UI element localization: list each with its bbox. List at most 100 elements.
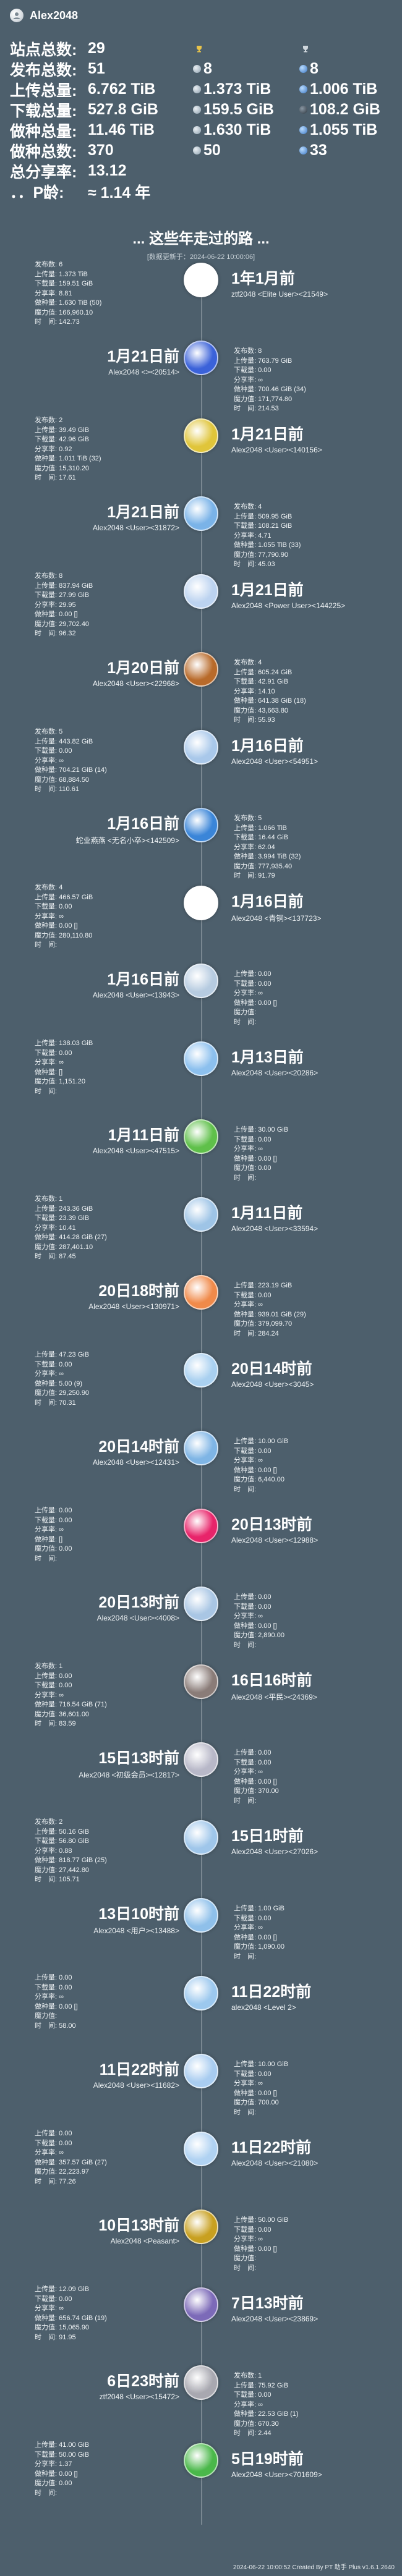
stat-col-b: 1.006 TiB	[299, 80, 392, 98]
detail-line: 分享率: ∞	[35, 756, 64, 765]
stat-col-a: 8	[193, 60, 299, 78]
detail-line: 魔力值: 171,774.80	[234, 395, 293, 403]
detail-line: 做种量: 3.994 TiB (32)	[234, 853, 301, 860]
site-logo-icon[interactable]	[184, 2443, 218, 2478]
detail-line: 分享率: ∞	[35, 1526, 64, 1533]
site-logo-icon[interactable]	[184, 808, 218, 842]
entry-user: Alex2048 <初级会员><12817>	[79, 1771, 179, 1779]
detail-line: 下载量: 0.00	[234, 2226, 272, 2234]
site-logo-icon[interactable]	[184, 263, 218, 297]
entry-user: Alex2048 <User><21080>	[231, 2159, 319, 2167]
site-logo-icon[interactable]	[184, 2054, 218, 2088]
site-logo-icon[interactable]	[184, 652, 218, 687]
entry-details: 发布数: 4 上传量: 509.95 GiB 下载量: 108.21 GiB 分享率:…	[234, 502, 376, 570]
detail-line: 时 间: 142.73	[35, 318, 80, 326]
entry-details: 上传量: 0.00 下载量: 0.00 分享率: ∞ 做种量: 357.57 GiB …	[35, 2129, 177, 2187]
entry-headline: 20日13时前 Alex2048 <User><12988>	[231, 1512, 392, 1544]
entry-time-ago: 1月13日前	[231, 1049, 304, 1066]
site-dot-icon	[299, 106, 307, 114]
site-logo-icon[interactable]	[184, 1353, 218, 1388]
site-logo-icon[interactable]	[184, 1197, 218, 1232]
detail-line: 时 间: 110.61	[35, 786, 79, 793]
detail-line: 做种量: 0.00 []	[234, 2089, 277, 2097]
entry-details: 上传量: 138.03 GiB 下载量: 0.00 分享率: ∞ 做种量: [] 魔力值…	[35, 1039, 177, 1096]
site-dot-icon	[299, 126, 307, 134]
site-logo-icon[interactable]	[184, 341, 218, 375]
site-logo-icon[interactable]	[184, 2132, 218, 2166]
site-logo-icon[interactable]	[184, 1820, 218, 1855]
site-logo-icon[interactable]	[184, 1275, 218, 1310]
detail-line: 下载量: 0.00	[35, 1682, 72, 1689]
detail-line: 上传量: 50.00 GiB	[234, 2216, 289, 2224]
entry-headline: 20日14时前 Alex2048 <User><12431>	[19, 1434, 179, 1467]
user-avatar[interactable]	[10, 9, 24, 22]
site-logo-icon[interactable]	[184, 730, 218, 765]
detail-line: 做种量: 0.00 []	[234, 1466, 277, 1474]
entry-details: 上传量: 1.00 GiB 下载量: 0.00 分享率: ∞ 做种量: 0.00 []…	[234, 1904, 376, 1962]
site-logo-icon[interactable]	[184, 1898, 218, 1933]
stat-label: 做种总量:	[10, 122, 77, 140]
detail-line: 时 间: 87.45	[35, 1253, 76, 1260]
entry-time-ago: 6日23时前	[107, 2373, 179, 2390]
entry-user: Alex2048 <User><47515>	[92, 1146, 179, 1155]
detail-line: 时 间:	[234, 1174, 257, 1182]
site-logo-icon[interactable]	[184, 1976, 218, 2010]
site-logo-icon[interactable]	[184, 418, 218, 453]
detail-line: 时 间:	[234, 1485, 257, 1493]
entry-details: 上传量: 10.00 GiB 下载量: 0.00 分享率: ∞ 做种量: 0.00 […	[234, 1437, 376, 1494]
site-logo-icon[interactable]	[184, 1587, 218, 1621]
site-logo-icon[interactable]	[184, 1742, 218, 1777]
site-logo-icon[interactable]	[184, 1041, 218, 1076]
detail-line: 做种量: 0.00 []	[234, 2245, 277, 2253]
stat-value: 527.8 GiB	[88, 101, 158, 118]
detail-line: 下载量: 0.00	[35, 1983, 72, 1991]
site-logo-icon[interactable]	[184, 964, 218, 998]
entry-user: Alex2048 <User><20286>	[231, 1069, 319, 1077]
stat-col-a: 1.630 TiB	[193, 121, 299, 139]
site-dot-icon	[299, 146, 307, 155]
entry-user: Alex2048 <User><11682>	[93, 2081, 179, 2090]
site-logo-icon[interactable]	[184, 1119, 218, 1154]
site-logo-icon[interactable]	[184, 1431, 218, 1465]
site-logo-icon[interactable]	[184, 886, 218, 920]
site-logo-icon[interactable]	[184, 2210, 218, 2244]
stat-label: 总分享率:	[10, 163, 77, 181]
detail-line: 下载量: 56.80 GiB	[35, 1837, 90, 1845]
site-logo-icon[interactable]	[184, 2287, 218, 2322]
detail-line: 时 间: 105.71	[35, 1876, 80, 1883]
detail-line: 下载量: 0.00	[35, 2295, 72, 2303]
detail-line: 分享率: ∞	[35, 1059, 64, 1066]
detail-line: 发布数: 4	[35, 884, 63, 891]
site-logo-icon[interactable]	[184, 1509, 218, 1543]
site-dot-icon	[193, 106, 201, 114]
entry-details: 上传量: 0.00 下载量: 0.00 分享率: ∞ 做种量: 0.00 [] 魔力值:…	[234, 970, 376, 1027]
entry-user: Alex2048 <><20514>	[108, 368, 179, 376]
detail-line: 做种量: 704.21 GiB (14)	[35, 766, 107, 774]
detail-line: 做种量: 818.77 GiB (25)	[35, 1857, 107, 1864]
entry-time-ago: 1月21日前	[231, 582, 304, 599]
detail-line: 上传量: 10.00 GiB	[234, 1438, 289, 1445]
detail-line: 魔力值: 379,099.70	[234, 1320, 293, 1328]
entry-time-ago: 20日13时前	[98, 1594, 179, 1611]
stat-value: 6.762 TiB	[88, 80, 156, 98]
detail-line: 分享率: ∞	[234, 1145, 263, 1153]
detail-line: 时 间: 83.59	[35, 1720, 76, 1727]
entry-details: 上传量: 47.23 GiB 下载量: 0.00 分享率: ∞ 做种量: 5.00 (…	[35, 1350, 177, 1408]
detail-line: 分享率: 62.04	[234, 843, 275, 851]
detail-line: 分享率: ∞	[234, 2400, 263, 2409]
site-logo-icon[interactable]	[184, 2365, 218, 2400]
detail-line: 魔力值: 2,890.00	[234, 1632, 284, 1639]
entry-headline: 5日19时前 Alex2048 <User><701609>	[231, 2447, 392, 2479]
detail-line: 时 间: 70.31	[35, 1399, 76, 1407]
detail-line: 分享率: 0.92	[35, 445, 72, 453]
detail-line: 上传量: 1.00 GiB	[234, 1905, 284, 1912]
site-logo-icon[interactable]	[184, 574, 218, 609]
site-logo-icon[interactable]	[184, 1664, 218, 1699]
detail-line: 魔力值: 43,663.80	[234, 706, 289, 714]
detail-line: 做种量: 716.54 GiB (71)	[35, 1701, 107, 1708]
entry-details: 发布数: 1 上传量: 75.92 GiB 下载量: 0.00 分享率: ∞ 做种量: …	[234, 2371, 376, 2439]
site-logo-icon[interactable]	[184, 496, 218, 531]
detail-line: 魔力值: 670.30	[234, 2420, 279, 2428]
stat-label: 发布总数:	[10, 61, 77, 79]
detail-line: 下载量: 0.00	[234, 1291, 272, 1299]
